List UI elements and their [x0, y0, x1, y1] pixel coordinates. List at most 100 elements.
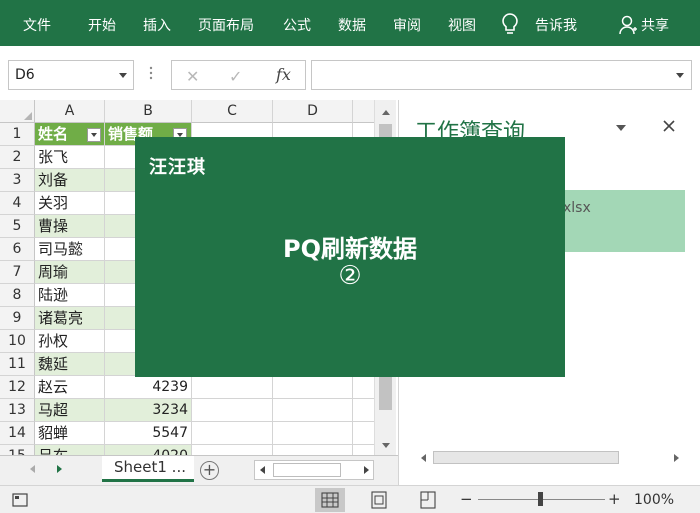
empty-cell[interactable] — [273, 399, 353, 422]
prev-sheet-icon[interactable] — [30, 465, 35, 473]
name-cell[interactable]: 魏延 — [35, 353, 105, 376]
pane-horizontal-scrollbar[interactable] — [419, 450, 681, 466]
chevron-down-icon[interactable] — [616, 125, 626, 131]
empty-cell[interactable] — [353, 445, 374, 455]
column-header-d[interactable]: D — [273, 100, 353, 123]
insert-function-icon[interactable]: fx — [276, 65, 291, 84]
row-header[interactable]: 9 — [0, 307, 35, 330]
scroll-down-icon[interactable] — [380, 440, 392, 452]
row-header[interactable]: 7 — [0, 261, 35, 284]
scroll-left-icon[interactable] — [258, 465, 268, 475]
next-sheet-icon[interactable] — [57, 465, 62, 473]
column-header-c[interactable]: C — [192, 100, 273, 123]
share-button[interactable]: 共享 — [641, 15, 669, 35]
row-header[interactable]: 3 — [0, 169, 35, 192]
empty-cell[interactable] — [353, 376, 374, 399]
zoom-level[interactable]: 100% — [634, 492, 674, 508]
value-cell[interactable]: 5547 — [105, 422, 192, 445]
tab-file[interactable]: 文件 — [23, 15, 51, 35]
tell-me-search[interactable]: 告诉我 — [535, 15, 577, 35]
name-cell[interactable]: 貂蝉 — [35, 422, 105, 445]
row-header[interactable]: 10 — [0, 330, 35, 353]
page-layout-view-icon[interactable] — [364, 488, 394, 512]
row-header[interactable]: 2 — [0, 146, 35, 169]
tab-formulas[interactable]: 公式 — [283, 15, 311, 35]
grip-dots-icon — [149, 66, 153, 80]
empty-cell[interactable] — [353, 399, 374, 422]
sheet-tab-sheet1[interactable]: Sheet1 ... — [102, 456, 194, 482]
column-header-a[interactable]: A — [35, 100, 105, 123]
select-all-corner[interactable] — [0, 100, 35, 123]
column-header-b[interactable]: B — [105, 100, 192, 123]
table-header-cell[interactable]: 姓名 — [35, 123, 105, 146]
tab-page-layout[interactable]: 页面布局 — [198, 15, 254, 35]
lightbulb-icon[interactable] — [500, 12, 520, 36]
row-header[interactable]: 14 — [0, 422, 35, 445]
value-cell[interactable]: 4239 — [105, 376, 192, 399]
zoom-in-button[interactable]: + — [608, 490, 621, 508]
name-cell[interactable]: 赵云 — [35, 376, 105, 399]
empty-cell[interactable] — [192, 376, 273, 399]
row-header[interactable]: 11 — [0, 353, 35, 376]
name-cell[interactable]: 关羽 — [35, 192, 105, 215]
name-cell[interactable]: 刘备 — [35, 169, 105, 192]
row-header[interactable]: 8 — [0, 284, 35, 307]
row-header[interactable]: 15 — [0, 445, 35, 455]
tab-view[interactable]: 视图 — [448, 15, 476, 35]
name-cell[interactable]: 陆逊 — [35, 284, 105, 307]
filter-dropdown-icon[interactable] — [87, 128, 101, 142]
name-cell[interactable]: 吕布 — [35, 445, 105, 455]
row-header[interactable]: 4 — [0, 192, 35, 215]
cancel-icon[interactable]: ✕ — [186, 67, 199, 86]
tab-home[interactable]: 开始 — [88, 15, 116, 35]
close-icon[interactable] — [661, 118, 677, 134]
empty-cell[interactable] — [192, 445, 273, 455]
value-cell[interactable]: 3234 — [105, 399, 192, 422]
empty-cell[interactable] — [273, 422, 353, 445]
page-break-view-icon[interactable] — [413, 488, 443, 512]
row-header[interactable]: 13 — [0, 399, 35, 422]
name-box[interactable]: D6 — [8, 60, 134, 90]
query-item[interactable]: xlsx — [563, 190, 685, 252]
name-cell[interactable]: 马超 — [35, 399, 105, 422]
tab-data[interactable]: 数据 — [338, 15, 366, 35]
horizontal-scroll-thumb[interactable] — [273, 463, 341, 477]
overlay-card: 汪汪琪 PQ刷新数据 ② — [135, 137, 565, 377]
name-cell[interactable]: 诸葛亮 — [35, 307, 105, 330]
formula-input[interactable] — [311, 60, 692, 90]
chevron-down-icon[interactable] — [119, 73, 127, 78]
scroll-right-icon[interactable] — [361, 465, 371, 475]
pane-scroll-thumb[interactable] — [433, 451, 619, 464]
name-cell[interactable]: 张飞 — [35, 146, 105, 169]
normal-view-icon[interactable] — [315, 488, 345, 512]
horizontal-scrollbar[interactable] — [254, 460, 374, 480]
row-header[interactable]: 5 — [0, 215, 35, 238]
name-cell[interactable]: 孙权 — [35, 330, 105, 353]
confirm-icon[interactable]: ✓ — [229, 67, 242, 86]
person-icon[interactable] — [618, 14, 638, 36]
zoom-out-button[interactable]: − — [460, 490, 473, 508]
row-header[interactable]: 6 — [0, 238, 35, 261]
name-cell[interactable]: 司马懿 — [35, 238, 105, 261]
macro-record-icon[interactable] — [12, 492, 28, 508]
brand-label: 汪汪琪 — [149, 157, 206, 178]
zoom-slider-handle[interactable] — [538, 492, 543, 506]
empty-cell[interactable] — [353, 422, 374, 445]
tab-insert[interactable]: 插入 — [143, 15, 171, 35]
scroll-right-icon[interactable] — [671, 453, 681, 463]
value-cell[interactable]: 4020 — [105, 445, 192, 455]
tab-review[interactable]: 审阅 — [393, 15, 421, 35]
add-sheet-icon[interactable]: + — [200, 461, 219, 480]
row-header[interactable]: 1 — [0, 123, 35, 146]
empty-cell[interactable] — [192, 422, 273, 445]
scroll-left-icon[interactable] — [419, 453, 429, 463]
column-header-e[interactable] — [353, 100, 374, 123]
empty-cell[interactable] — [273, 445, 353, 455]
row-header[interactable]: 12 — [0, 376, 35, 399]
expand-formula-icon[interactable] — [676, 73, 684, 78]
scroll-up-icon[interactable] — [380, 106, 392, 118]
empty-cell[interactable] — [192, 399, 273, 422]
name-cell[interactable]: 曹操 — [35, 215, 105, 238]
empty-cell[interactable] — [273, 376, 353, 399]
name-cell[interactable]: 周瑜 — [35, 261, 105, 284]
